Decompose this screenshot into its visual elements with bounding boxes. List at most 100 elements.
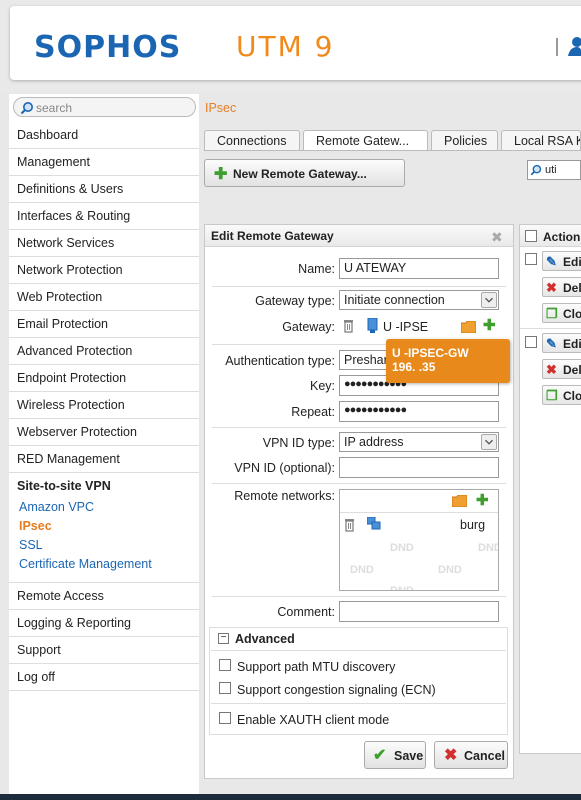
sidebar-item-red-management[interactable]: RED Management	[9, 446, 199, 473]
add-icon[interactable]: ✚	[483, 316, 496, 334]
search-input[interactable]: search	[36, 101, 72, 115]
row-checkbox[interactable]	[525, 336, 537, 348]
new-remote-gateway-label: New Remote Gateway...	[233, 167, 367, 181]
delete-label: Delete	[563, 281, 581, 295]
mtu-discovery-checkbox[interactable]	[219, 659, 231, 671]
edit-icon: ✎	[546, 336, 557, 351]
sidebar-item-endpoint-protection[interactable]: Endpoint Protection	[9, 365, 199, 392]
chevron-down-icon	[481, 292, 497, 308]
sidebar-item-management[interactable]: Management	[9, 149, 199, 176]
sidebar-item-webserver-protection[interactable]: Webserver Protection	[9, 419, 199, 446]
remote-networks-list[interactable]: ✚ burg DND DND DND DND DND	[339, 489, 499, 591]
comment-label: Comment:	[277, 605, 335, 619]
clone-button[interactable]: ❐ Clone	[542, 385, 581, 405]
sidebar-item-network-protection[interactable]: Network Protection	[9, 257, 199, 284]
collapse-icon[interactable]: −	[218, 633, 229, 644]
vpn-id-field[interactable]	[339, 457, 499, 478]
edit-label: Edit	[563, 255, 581, 269]
divider	[211, 650, 506, 651]
ecn-checkbox[interactable]	[219, 682, 231, 694]
edit-button[interactable]: ✎ Edit	[542, 251, 581, 271]
dnd-placeholder: DND	[350, 564, 374, 576]
sidebar-item-network-services[interactable]: Network Services	[9, 230, 199, 257]
select-all-checkbox[interactable]	[525, 230, 537, 242]
sidebar-item-log-off[interactable]: Log off	[9, 664, 199, 691]
comment-field[interactable]	[339, 601, 499, 622]
new-remote-gateway-button[interactable]: ✚ New Remote Gateway...	[204, 159, 405, 187]
remote-network-item[interactable]: burg	[460, 518, 485, 532]
network-icon	[367, 517, 381, 530]
mtu-discovery-label[interactable]: Support path MTU discovery	[237, 660, 395, 674]
panel-title: Edit Remote Gateway	[211, 229, 334, 243]
gateway-type-select[interactable]: Initiate connection	[339, 290, 499, 310]
sidebar-group-title[interactable]: Site-to-site VPN	[17, 479, 199, 493]
gateway-label: Gateway:	[282, 320, 335, 334]
delete-button[interactable]: ✖ Delete	[542, 277, 581, 297]
trash-icon[interactable]	[343, 319, 354, 333]
sidebar-item-web-protection[interactable]: Web Protection	[9, 284, 199, 311]
checkmark-icon: ✔	[373, 747, 387, 764]
row-checkbox[interactable]	[525, 253, 537, 265]
name-label: Name:	[298, 262, 335, 276]
trash-icon[interactable]	[344, 518, 355, 532]
xauth-label[interactable]: Enable XAUTH client mode	[237, 713, 389, 727]
edit-button[interactable]: ✎ Edit	[542, 333, 581, 353]
sidebar-item-support[interactable]: Support	[9, 637, 199, 664]
delete-button[interactable]: ✖ Delete	[542, 359, 581, 379]
tab-policies[interactable]: Policies	[431, 130, 498, 150]
tooltip-gateway-ip: 196. .35	[392, 360, 436, 374]
filter-input[interactable]: uti	[545, 164, 557, 176]
tooltip-gateway-name: U -IPSEC-GW	[392, 346, 469, 360]
sidebar-item-interfaces-routing[interactable]: Interfaces & Routing	[9, 203, 199, 230]
dnd-placeholder: DND	[438, 564, 462, 576]
close-icon[interactable]: ✖	[491, 229, 503, 246]
divider	[212, 596, 506, 597]
sidebar-item-advanced-protection[interactable]: Advanced Protection	[9, 338, 199, 365]
tab-remote-gateways[interactable]: Remote Gatew...	[303, 130, 428, 150]
taskbar	[0, 794, 581, 800]
sidebar-subitem-ssl[interactable]: SSL	[19, 538, 199, 553]
divider	[212, 286, 506, 287]
save-button[interactable]: ✔ Save	[364, 741, 426, 769]
sidebar-item-wireless-protection[interactable]: Wireless Protection	[9, 392, 199, 419]
sidebar-item-logging-reporting[interactable]: Logging & Reporting	[9, 610, 199, 637]
vpn-id-type-value: IP address	[344, 435, 404, 449]
search-box[interactable]: search	[13, 97, 196, 117]
folder-icon[interactable]	[452, 495, 467, 507]
tab-underline	[204, 150, 581, 151]
chevron-down-icon	[481, 434, 497, 450]
divider	[212, 483, 506, 484]
user-icon[interactable]	[568, 36, 581, 56]
sidebar-item-remote-access[interactable]: Remote Access	[9, 583, 199, 610]
network-host-icon	[367, 318, 378, 333]
dnd-placeholder: DND	[390, 542, 414, 554]
tab-connections[interactable]: Connections	[204, 130, 300, 150]
edit-icon: ✎	[546, 254, 557, 269]
edit-label: Edit	[563, 337, 581, 351]
cancel-button[interactable]: ✖ Cancel	[434, 741, 508, 769]
advanced-title[interactable]: Advanced	[235, 632, 295, 646]
ecn-label[interactable]: Support congestion signaling (ECN)	[237, 683, 436, 697]
sidebar-subitem-certificate-management[interactable]: Certificate Management	[19, 557, 199, 572]
search-icon	[530, 164, 542, 176]
filter-box[interactable]: uti	[527, 160, 581, 180]
clone-button[interactable]: ❐ Clone	[542, 303, 581, 323]
sidebar-subitem-ipsec[interactable]: IPsec	[19, 519, 199, 534]
key-label: Key:	[309, 379, 335, 393]
xauth-checkbox[interactable]	[219, 712, 231, 724]
sidebar-nav: Dashboard Management Definitions & Users…	[9, 122, 199, 691]
vpn-id-type-select[interactable]: IP address	[339, 432, 499, 452]
sidebar-subitem-amazon-vpc[interactable]: Amazon VPC	[19, 500, 199, 515]
repeat-key-field[interactable]: ●●●●●●●●●●●	[339, 401, 499, 422]
name-field[interactable]: U ATEWAY	[339, 258, 499, 279]
gateway-type-value: Initiate connection	[344, 293, 445, 307]
sidebar-item-dashboard[interactable]: Dashboard	[9, 122, 199, 149]
delete-icon: ✖	[546, 362, 557, 377]
folder-icon[interactable]	[461, 321, 476, 333]
sidebar-item-email-protection[interactable]: Email Protection	[9, 311, 199, 338]
tab-local-rsa-key[interactable]: Local RSA K	[501, 130, 581, 150]
clone-label: Clone	[563, 307, 581, 321]
sidebar-item-definitions-users[interactable]: Definitions & Users	[9, 176, 199, 203]
clone-icon: ❐	[546, 306, 558, 321]
add-icon[interactable]: ✚	[476, 491, 489, 509]
